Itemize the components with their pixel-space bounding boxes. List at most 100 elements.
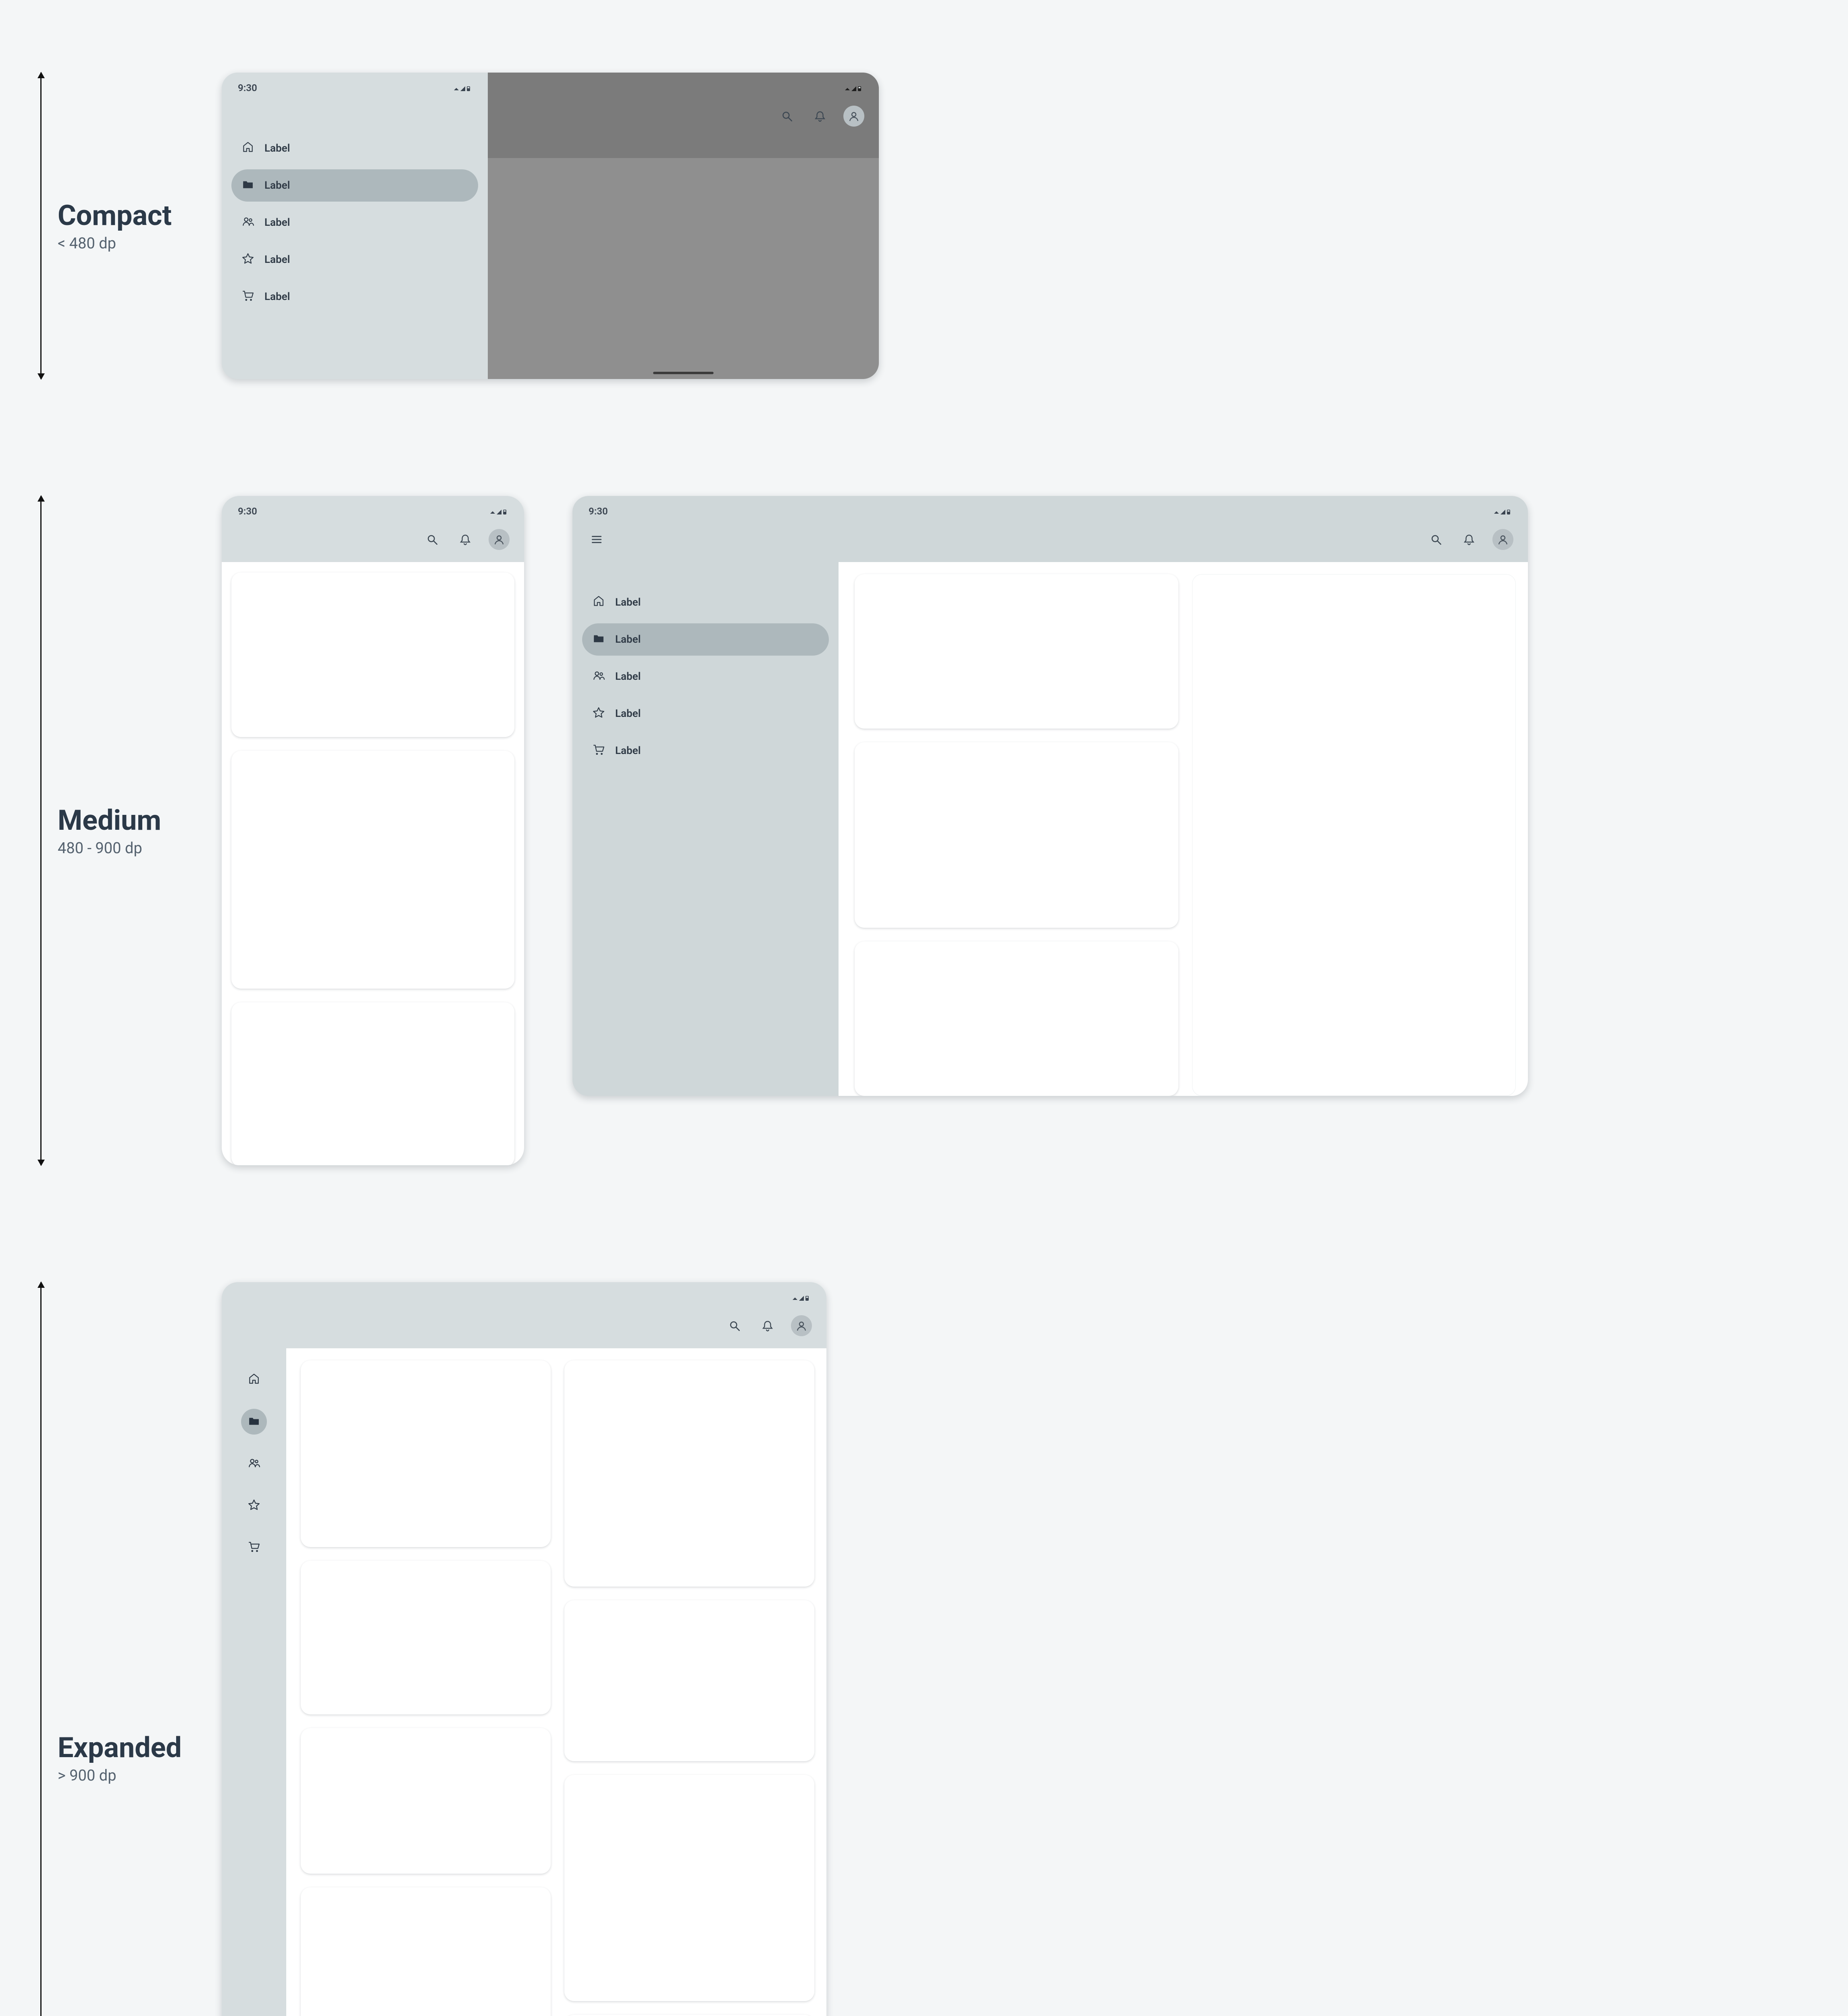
bell-icon[interactable] xyxy=(456,530,475,549)
status-icons xyxy=(453,82,472,94)
home-icon xyxy=(593,595,605,610)
nav-item-folder[interactable]: Label xyxy=(231,169,478,202)
nav-label: Label xyxy=(264,217,290,229)
expanded-label-group: Expanded > 900 dp xyxy=(40,1282,206,2016)
people-icon xyxy=(593,669,605,684)
user-avatar[interactable] xyxy=(489,529,510,550)
people-icon xyxy=(242,215,254,230)
nav-item-cart[interactable] xyxy=(241,1535,267,1560)
nav-item-people[interactable]: Label xyxy=(231,206,478,239)
star-icon xyxy=(248,1499,260,1512)
status-bar: 9:30 xyxy=(572,496,1528,523)
nav-label: Label xyxy=(264,254,290,266)
nav-drawer: Label Label Label Label Label xyxy=(572,582,839,771)
section-subtitle: 480 - 900 dp xyxy=(58,839,161,857)
bell-icon[interactable] xyxy=(758,1316,777,1335)
nav-item-home[interactable]: Label xyxy=(582,586,829,619)
expanded-tablet-device xyxy=(222,1282,826,2016)
hamburger-icon[interactable] xyxy=(587,530,606,549)
top-app-bar xyxy=(222,523,524,562)
status-bar xyxy=(488,73,879,100)
top-app-bar xyxy=(222,1310,826,1348)
status-bar xyxy=(222,1282,826,1310)
search-icon[interactable] xyxy=(1426,530,1446,549)
height-indicator-arrow xyxy=(40,73,47,379)
content-card[interactable] xyxy=(301,1360,551,1547)
folder-icon xyxy=(593,632,605,647)
nav-label: Label xyxy=(615,708,641,720)
cart-icon xyxy=(248,1541,260,1554)
nav-item-star[interactable]: Label xyxy=(231,244,478,276)
people-icon xyxy=(248,1457,260,1470)
height-indicator-arrow xyxy=(40,496,47,1165)
nav-label: Label xyxy=(264,291,290,303)
section-title: Medium xyxy=(58,804,161,837)
home-icon xyxy=(248,1373,260,1387)
top-app-bar xyxy=(572,523,1528,562)
status-time: 9:30 xyxy=(238,82,257,94)
content-card[interactable] xyxy=(301,1561,551,1714)
status-bar: 9:30 xyxy=(222,73,488,100)
content-card[interactable] xyxy=(1192,574,1516,1096)
height-indicator-arrow xyxy=(40,1282,47,2016)
content-card[interactable] xyxy=(231,1002,514,1165)
folder-icon xyxy=(248,1415,260,1429)
medium-phone-device: 9:30 xyxy=(222,496,524,1165)
search-icon[interactable] xyxy=(422,530,442,549)
content-card[interactable] xyxy=(301,1887,551,2016)
content-card[interactable] xyxy=(855,574,1178,729)
status-time: 9:30 xyxy=(238,506,257,517)
nav-drawer: Label Label Label Label Label xyxy=(222,128,488,317)
content-card[interactable] xyxy=(301,1728,551,1874)
content-card[interactable] xyxy=(564,1600,814,1761)
nav-item-people[interactable] xyxy=(241,1451,267,1477)
medium-label-group: Medium 480 - 900 dp xyxy=(40,496,206,1165)
nav-item-home[interactable] xyxy=(241,1367,267,1393)
compact-tablet-device: 9:30 Label Label Label Label Label xyxy=(222,73,879,379)
home-icon xyxy=(242,141,254,156)
bell-icon[interactable] xyxy=(1459,530,1479,549)
content-card[interactable] xyxy=(231,573,514,737)
content-card[interactable] xyxy=(564,1360,814,1587)
nav-item-cart[interactable]: Label xyxy=(231,281,478,313)
status-icons xyxy=(489,506,508,517)
nav-item-star[interactable]: Label xyxy=(582,698,829,730)
nav-label: Label xyxy=(615,596,641,608)
cart-icon xyxy=(242,289,254,304)
cart-icon xyxy=(593,744,605,758)
gesture-handle xyxy=(653,372,714,374)
content-card[interactable] xyxy=(231,751,514,989)
search-icon[interactable] xyxy=(725,1316,744,1335)
section-title: Expanded xyxy=(58,1731,182,1764)
content-card[interactable] xyxy=(564,1775,814,2001)
section-subtitle: > 900 dp xyxy=(58,1767,182,1785)
nav-rail xyxy=(222,1348,286,2016)
nav-label: Label xyxy=(264,142,290,154)
section-subtitle: < 480 dp xyxy=(58,235,172,252)
nav-item-folder[interactable] xyxy=(241,1409,267,1435)
nav-item-home[interactable]: Label xyxy=(231,132,478,165)
user-avatar[interactable] xyxy=(1492,529,1513,550)
top-app-bar xyxy=(488,100,879,139)
nav-item-folder[interactable]: Label xyxy=(582,623,829,656)
nav-label: Label xyxy=(615,745,641,757)
content-card[interactable] xyxy=(855,742,1178,928)
content-area xyxy=(286,1348,826,2016)
bell-icon[interactable] xyxy=(810,106,830,126)
medium-tablet-device: 9:30 Label Label Label Label xyxy=(572,496,1528,1096)
status-icons xyxy=(792,1292,810,1303)
content-area xyxy=(839,562,1528,1096)
content-card[interactable] xyxy=(855,941,1178,1096)
search-icon[interactable] xyxy=(777,106,797,126)
status-bar: 9:30 xyxy=(222,496,524,523)
status-icons xyxy=(844,82,863,94)
status-time: 9:30 xyxy=(589,506,608,517)
content-area xyxy=(222,562,524,1165)
user-avatar[interactable] xyxy=(791,1315,812,1336)
nav-item-cart[interactable]: Label xyxy=(582,735,829,767)
user-avatar[interactable] xyxy=(843,106,864,127)
content-scrim xyxy=(488,73,879,379)
nav-item-people[interactable]: Label xyxy=(582,660,829,693)
nav-label: Label xyxy=(264,179,290,192)
nav-item-star[interactable] xyxy=(241,1493,267,1518)
